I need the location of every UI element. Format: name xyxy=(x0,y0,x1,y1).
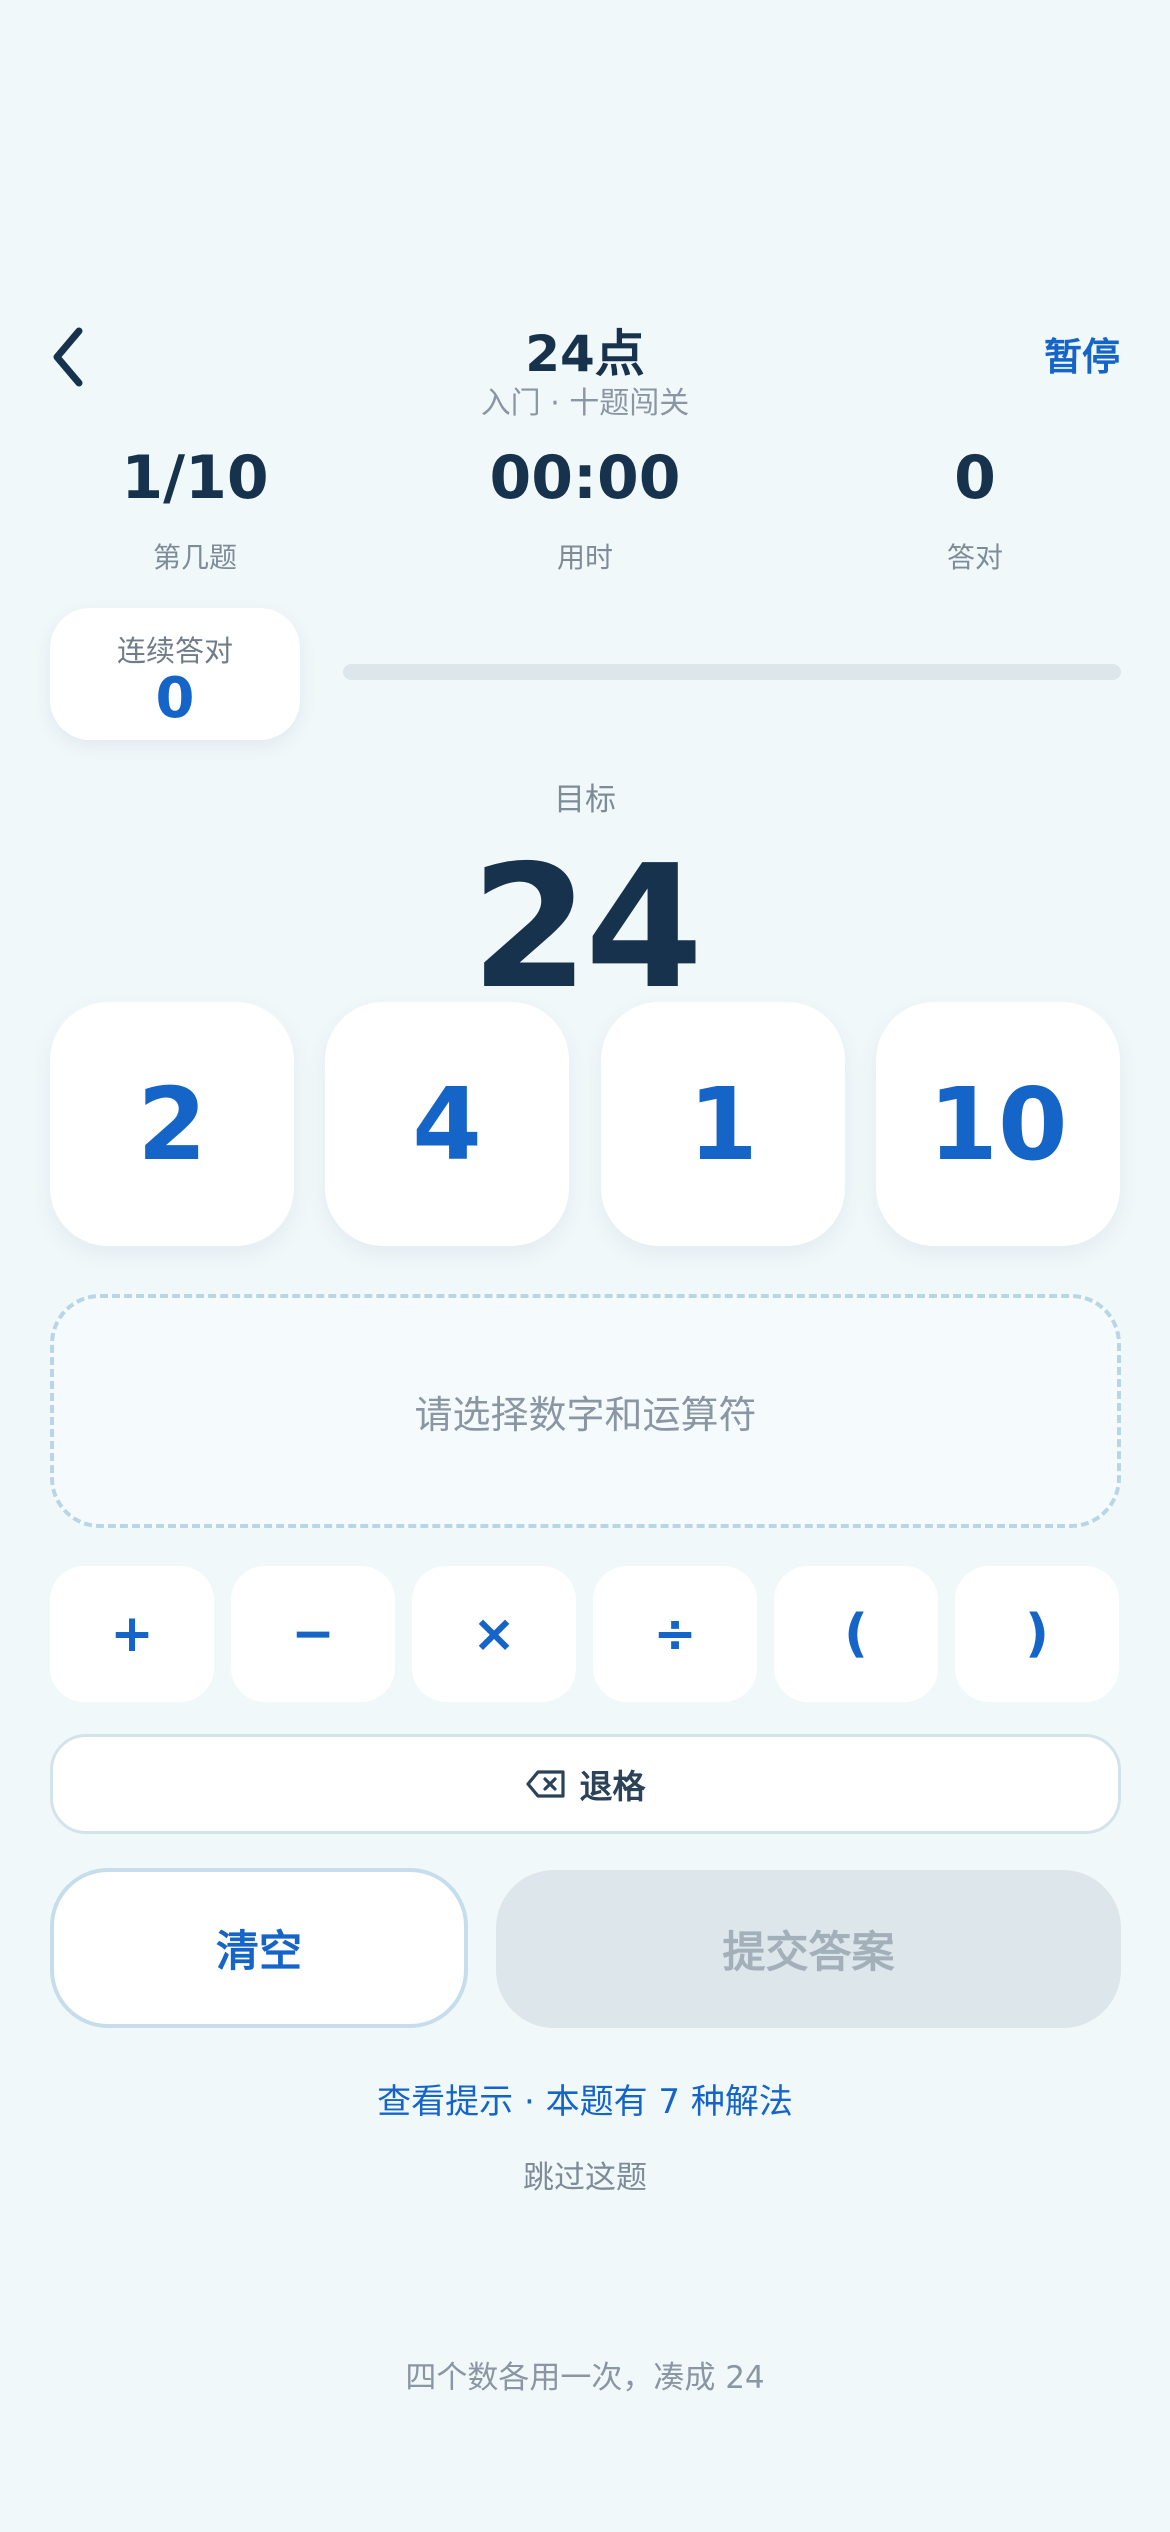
backspace-icon xyxy=(525,1770,565,1798)
clear-button[interactable]: 清空 xyxy=(50,1868,468,2028)
stat-question: 1/10 第几题 xyxy=(45,438,345,576)
stat-question-label: 第几题 xyxy=(152,541,237,574)
page-title: 24点 xyxy=(525,325,645,383)
stat-correct: 0 答对 xyxy=(825,438,1125,576)
stat-time: 00:00 用时 xyxy=(435,438,735,576)
operator-multiply-button[interactable]: × xyxy=(412,1566,576,1702)
expression-area: 请选择数字和运算符 xyxy=(50,1294,1121,1528)
number-card-4[interactable]: 10 xyxy=(876,1002,1120,1246)
open-paren-button[interactable]: ( xyxy=(774,1566,938,1702)
page-subtitle: 入门 · 十题闯关 xyxy=(480,386,690,421)
pause-button[interactable]: 暂停 xyxy=(1044,326,1120,381)
number-card-2[interactable]: 4 xyxy=(325,1002,569,1246)
stat-question-value: 1/10 xyxy=(121,443,269,513)
backspace-label: 退格 xyxy=(579,1767,646,1806)
target-label: 目标 xyxy=(554,782,616,818)
backspace-button[interactable]: 退格 xyxy=(50,1734,1121,1834)
expression-placeholder: 请选择数字和运算符 xyxy=(414,1392,757,1437)
skip-link[interactable]: 跳过这题 xyxy=(0,2152,1170,2197)
operator-minus-button[interactable]: − xyxy=(231,1566,395,1702)
operator-plus-button[interactable]: + xyxy=(50,1566,214,1702)
streak-card: 连续答对 0 xyxy=(50,608,300,740)
operator-divide-button[interactable]: ÷ xyxy=(593,1566,757,1702)
streak-label: 连续答对 xyxy=(116,634,233,668)
submit-button[interactable]: 提交答案 xyxy=(496,1870,1121,2028)
stat-time-value: 00:00 xyxy=(489,443,681,513)
stat-correct-label: 答对 xyxy=(946,541,1003,574)
number-card-1[interactable]: 2 xyxy=(50,1002,294,1246)
stat-time-label: 用时 xyxy=(556,541,613,574)
close-paren-button[interactable]: ) xyxy=(955,1566,1119,1702)
hint-link[interactable]: 查看提示 · 本题有 7 种解法 xyxy=(0,2074,1170,2123)
stat-correct-value: 0 xyxy=(954,443,996,513)
target-value: 24 xyxy=(470,829,704,1027)
rules-text: 四个数各用一次，凑成 24 xyxy=(405,2360,765,2396)
number-card-3[interactable]: 1 xyxy=(601,1002,845,1246)
streak-value: 0 xyxy=(155,666,195,731)
progress-bar xyxy=(343,664,1121,680)
game-screen: 24点 入门 · 十题闯关 暂停 1/10 第几题 00:00 用时 0 答对 … xyxy=(0,0,1170,2532)
